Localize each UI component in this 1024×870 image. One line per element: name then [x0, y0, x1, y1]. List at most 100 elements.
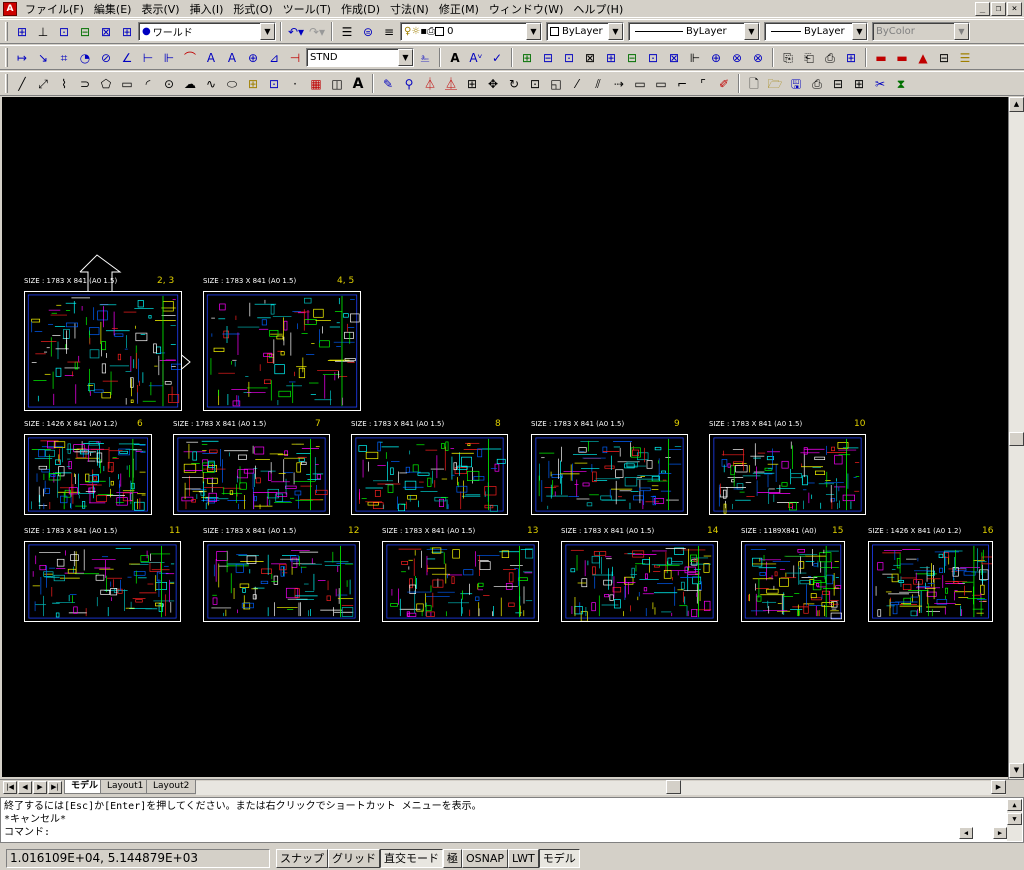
rectangle-icon[interactable]: ⬠: [96, 74, 116, 94]
make-block-icon[interactable]: ⊟: [538, 48, 558, 68]
ucs-face-icon[interactable]: ⊠: [96, 22, 116, 42]
break-icon[interactable]: ▭: [630, 74, 650, 94]
ellipse-icon[interactable]: ∿: [201, 74, 221, 94]
scale-icon[interactable]: ⊡: [525, 74, 545, 94]
ungroup-icon[interactable]: ⊠: [664, 48, 684, 68]
mirror-icon[interactable]: ⏃: [420, 74, 440, 94]
tolerance-icon[interactable]: A: [222, 48, 242, 68]
array-icon[interactable]: ⊞: [462, 74, 482, 94]
move-icon[interactable]: ✥: [483, 74, 503, 94]
stretch-icon[interactable]: ◱: [546, 74, 566, 94]
menu-dimension[interactable]: 寸法(N): [385, 1, 434, 17]
publish-icon[interactable]: ⊞: [849, 74, 869, 94]
ucs-icon[interactable]: ⊞: [12, 22, 32, 42]
scroll-up-icon[interactable]: ▲: [1007, 799, 1022, 811]
refedit-icon[interactable]: ⊗: [727, 48, 747, 68]
text-edit-icon[interactable]: Aᵛ: [466, 48, 486, 68]
close-button[interactable]: ×: [1007, 1, 1022, 16]
model-toggle[interactable]: モデル: [538, 848, 580, 868]
new-file-icon[interactable]: 🗋: [744, 74, 764, 94]
chevron-down-icon[interactable]: ▼: [852, 23, 867, 40]
chevron-down-icon[interactable]: ▼: [526, 23, 541, 40]
scroll-right-icon[interactable]: ▶: [991, 780, 1006, 794]
make-block-draw-icon[interactable]: ⊡: [264, 74, 284, 94]
revcloud-icon[interactable]: ⊙: [159, 74, 179, 94]
hyperlink-icon[interactable]: ⊕: [706, 48, 726, 68]
menu-format[interactable]: 形式(O): [228, 1, 277, 17]
menu-view[interactable]: 表示(V): [136, 1, 184, 17]
drawing-sheet[interactable]: [531, 434, 688, 515]
drawing-sheet[interactable]: [561, 541, 718, 622]
open-file-icon[interactable]: 🗁: [765, 74, 785, 94]
menu-edit[interactable]: 編集(E): [89, 1, 137, 17]
ucs-combo[interactable]: ● ワールド ▼: [138, 22, 276, 41]
drawing-sheet[interactable]: [203, 541, 360, 622]
continue-dimension-icon[interactable]: ⌒: [180, 48, 200, 68]
menu-file[interactable]: ファイル(F): [20, 1, 89, 17]
copy-clip-icon[interactable]: ⎘: [778, 48, 798, 68]
lineweight-combo[interactable]: ByLayer ▼: [764, 22, 868, 41]
text-style-icon[interactable]: A: [445, 48, 465, 68]
osnap-toggle[interactable]: OSNAP: [462, 848, 509, 868]
chevron-down-icon[interactable]: ▼: [608, 23, 623, 40]
layer-freeze-icon[interactable]: ⊟: [934, 48, 954, 68]
polygon-icon[interactable]: ⊃: [75, 74, 95, 94]
layer-combo[interactable]: ♀ ☼ ▪ ⎙ 0 ▼: [400, 22, 542, 41]
explode-icon[interactable]: ✐: [714, 74, 734, 94]
trim-icon[interactable]: ⫽: [588, 74, 608, 94]
grid-toggle[interactable]: グリッド: [328, 848, 380, 868]
scroll-up-icon[interactable]: ▲: [1009, 97, 1024, 112]
aligned-dimension-icon[interactable]: ↘: [33, 48, 53, 68]
menu-insert[interactable]: 挿入(I): [185, 1, 229, 17]
autocad-app-icon[interactable]: A: [3, 1, 17, 16]
toolbar-grip[interactable]: [5, 74, 8, 93]
polar-toggle[interactable]: 極: [443, 848, 462, 868]
prev-tab-icon[interactable]: ◀: [18, 781, 32, 794]
restore-button[interactable]: ❐: [991, 1, 1006, 16]
dimension-style-icon[interactable]: ⎁: [415, 48, 435, 68]
menu-window[interactable]: ウィンドウ(W): [484, 1, 568, 17]
match-properties-icon[interactable]: ⊟: [622, 48, 642, 68]
linetype-combo[interactable]: ByLayer ▼: [628, 22, 760, 41]
print-preview-icon[interactable]: ⊟: [828, 74, 848, 94]
dimstyle-combo[interactable]: STND ▼: [306, 48, 414, 67]
menu-help[interactable]: ヘルプ(H): [568, 1, 628, 17]
paste-special-icon[interactable]: ⎗: [799, 48, 819, 68]
ole-object-icon[interactable]: ⎙: [820, 48, 840, 68]
drawing-sheet[interactable]: [351, 434, 508, 515]
menu-modify[interactable]: 修正(M): [434, 1, 484, 17]
break-at-point-icon[interactable]: ▭: [651, 74, 671, 94]
polyline-icon[interactable]: ⌇: [54, 74, 74, 94]
ucs-view-icon[interactable]: ⊞: [117, 22, 137, 42]
refclose-icon[interactable]: ⊗: [748, 48, 768, 68]
draworder-icon[interactable]: ⊩: [685, 48, 705, 68]
command-scrollbar[interactable]: ▲ ▼: [1007, 799, 1022, 841]
drawing-sheet[interactable]: [741, 541, 845, 622]
chevron-down-icon[interactable]: ▼: [398, 49, 413, 66]
erase-icon[interactable]: ✎: [378, 74, 398, 94]
model-space-canvas[interactable]: SIZE : 1783 X 841 (A0 1.5) 2, 3 SIZE : 178…: [2, 97, 1008, 777]
ordinate-dimension-icon[interactable]: ⌗: [54, 48, 74, 68]
drawing-sheet[interactable]: [24, 291, 182, 411]
cut-icon[interactable]: ✂: [870, 74, 890, 94]
tab-layout1[interactable]: Layout1: [100, 780, 151, 794]
snap-toggle[interactable]: スナップ: [276, 848, 328, 868]
drawing-sheet[interactable]: [382, 541, 539, 622]
image-attach-icon[interactable]: ⊞: [841, 48, 861, 68]
chevron-down-icon[interactable]: ▼: [744, 23, 759, 40]
extend-icon[interactable]: ⇢: [609, 74, 629, 94]
fillet-icon[interactable]: ⌜: [693, 74, 713, 94]
quick-leader-icon[interactable]: A: [201, 48, 221, 68]
radius-dimension-icon[interactable]: ◔: [75, 48, 95, 68]
layer-off-icon[interactable]: ▲: [913, 48, 933, 68]
drawing-sheet[interactable]: [868, 541, 993, 622]
undo-icon[interactable]: ↶▾: [286, 22, 306, 42]
group-icon[interactable]: ⊡: [643, 48, 663, 68]
scroll-right-icon[interactable]: ▶: [993, 827, 1007, 839]
scroll-thumb[interactable]: [666, 780, 681, 794]
chevron-down-icon[interactable]: ▼: [260, 23, 275, 40]
scroll-left-icon[interactable]: ◀: [959, 827, 973, 839]
spline-icon[interactable]: ☁: [180, 74, 200, 94]
insert-block-icon[interactable]: ⊞: [517, 48, 537, 68]
offset-icon[interactable]: ⏅: [441, 74, 461, 94]
